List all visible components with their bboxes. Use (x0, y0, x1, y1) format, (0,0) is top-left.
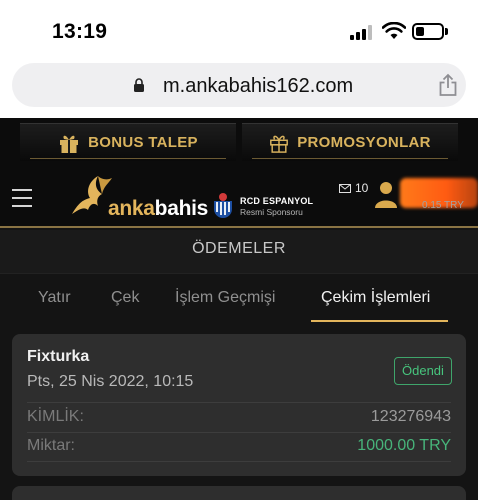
bonus-request-label: BONUS TALEP (88, 134, 198, 151)
transaction-date: Pts, 25 Nis 2022, 10:15 (27, 373, 194, 390)
browser-bar: m.ankabahis162.com (0, 58, 478, 118)
amount-label: Miktar: (27, 437, 75, 454)
cellular-signal-icon (350, 25, 374, 40)
gift-icon (60, 135, 79, 153)
menu-icon[interactable] (12, 189, 32, 207)
logo-part-1: anka (108, 197, 155, 220)
logo-wordmark: ankabahis (108, 197, 208, 221)
sponsor-name: RCD ESPANYOL (240, 196, 314, 206)
divider (27, 432, 451, 433)
amount-value: 1000.00 TRY (357, 437, 451, 454)
status-bar: 13:19 (0, 0, 478, 58)
address-field[interactable]: m.ankabahis162.com (12, 63, 466, 107)
transaction-title: Fixturka (27, 348, 90, 365)
site-logo[interactable] (68, 174, 112, 222)
site-header: BONUS TALEP PROMOSYONLAR ankabahis RCD E… (0, 118, 478, 228)
tab-transaction-history[interactable]: İşlem Geçmişi (175, 289, 275, 307)
lock-icon (134, 78, 144, 92)
payment-tabs: Yatır Çek İşlem Geçmişi Çekim İşlemleri (0, 273, 478, 322)
tab-deposit[interactable]: Yatır (38, 289, 71, 307)
user-icon[interactable] (375, 181, 397, 208)
status-badge: Ödendi (394, 357, 452, 385)
transaction-card[interactable]: Fixturka Pts, 25 Nis 2022, 10:15 Ödendi … (12, 334, 466, 476)
id-value: 123276943 (370, 408, 451, 425)
promotions-label: PROMOSYONLAR (297, 134, 431, 151)
battery-icon (412, 23, 444, 40)
id-label: KİMLİK: (27, 408, 84, 425)
message-count: 10 (355, 181, 369, 195)
phoenix-logo-icon (72, 176, 112, 214)
divider (27, 461, 451, 462)
bonus-request-button[interactable]: BONUS TALEP (20, 123, 236, 161)
sponsor-subtitle: Resmi Sponsoru (240, 207, 303, 217)
battery-tip (445, 28, 448, 35)
wifi-icon (382, 22, 406, 39)
active-tab-indicator (311, 320, 448, 322)
url-text: m.ankabahis162.com (163, 75, 354, 97)
divider (27, 402, 451, 403)
gift-outline-icon (270, 135, 289, 153)
promotions-button[interactable]: PROMOSYONLAR (242, 123, 458, 161)
espanyol-crest-icon (214, 193, 232, 218)
mail-icon[interactable] (339, 184, 351, 193)
page-title: ÖDEMELER (0, 230, 478, 273)
transaction-card[interactable] (12, 486, 466, 500)
status-time: 13:19 (52, 20, 108, 43)
account-balance: 0.15 TRY (422, 200, 464, 211)
tab-withdraw[interactable]: Çek (111, 289, 139, 307)
logo-part-2: bahis (154, 197, 209, 220)
battery-level (416, 27, 424, 36)
share-icon[interactable] (438, 73, 458, 97)
page-title-text: ÖDEMELER (192, 240, 286, 257)
tab-withdrawals[interactable]: Çekim İşlemleri (321, 289, 430, 307)
